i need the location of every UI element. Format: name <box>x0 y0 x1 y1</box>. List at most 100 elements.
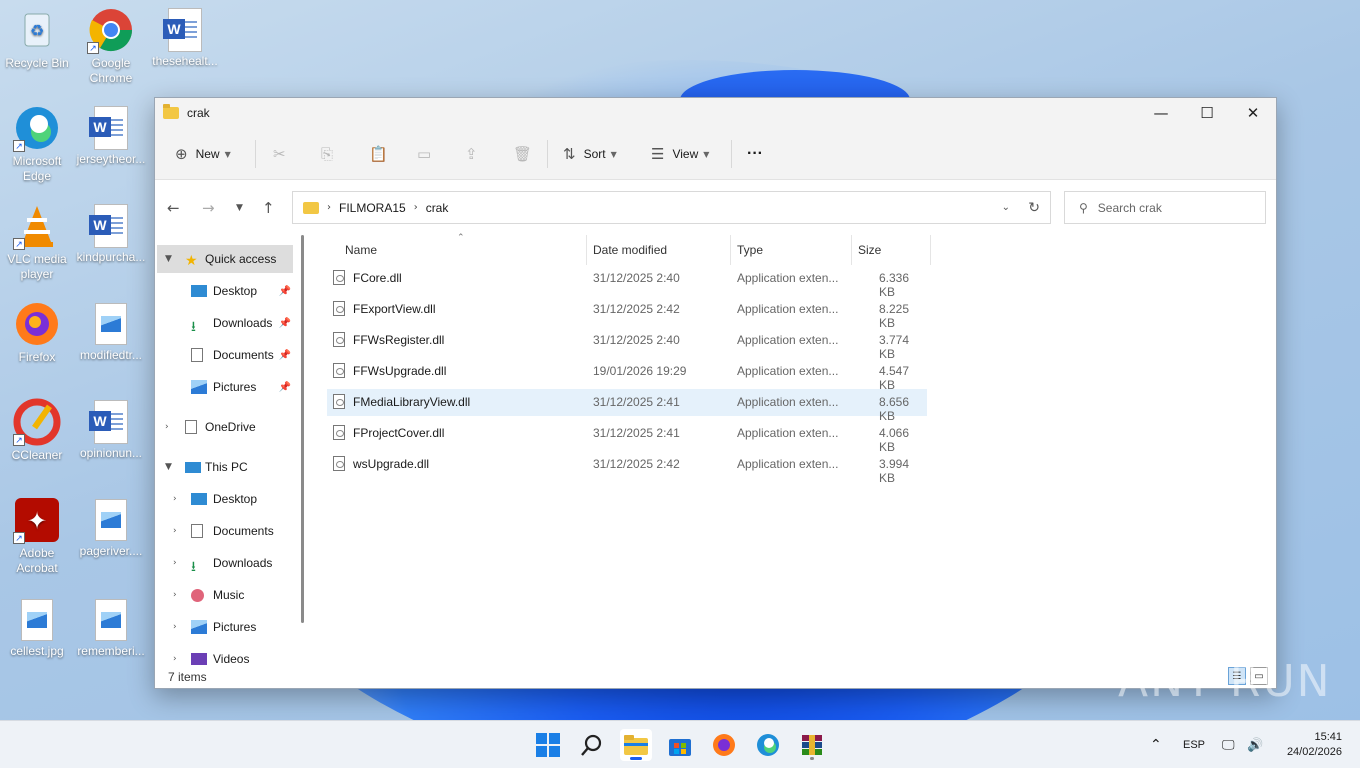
desktop-icon-firefox[interactable]: Firefox <box>0 300 74 365</box>
file-row[interactable]: FProjectCover.dll 31/12/2025 2:41 Applic… <box>327 420 927 454</box>
nav-item-pc-videos[interactable]: › Videos <box>157 645 293 670</box>
breadcrumb-filmora15[interactable]: FILMORA15 <box>339 201 406 215</box>
share-icon[interactable]: ⇪ <box>465 128 478 180</box>
nav-item-pc-pictures[interactable]: › Pictures <box>157 613 293 641</box>
file-name: FExportView.dll <box>353 302 436 316</box>
column-header-size[interactable]: Size <box>858 235 881 265</box>
nav-item-pc-documents[interactable]: › Documents <box>157 517 293 545</box>
collapsed-chevron-icon: › <box>173 558 177 568</box>
minimize-button[interactable]: — <box>1138 98 1184 128</box>
computer-icon <box>185 461 201 473</box>
file-date: 31/12/2025 2:42 <box>593 302 680 316</box>
desktop-icon-label: jerseytheor... <box>76 152 146 166</box>
file-type: Application exten... <box>737 271 839 285</box>
new-label: New <box>195 147 220 161</box>
copy-icon[interactable]: ⎘ <box>321 128 333 180</box>
back-arrow-icon[interactable]: ← <box>167 181 180 235</box>
file-row[interactable]: FExportView.dll 31/12/2025 2:42 Applicat… <box>327 296 927 330</box>
file-date: 31/12/2025 2:41 <box>593 426 680 440</box>
view-button[interactable]: ☰ View ▼ <box>651 128 709 180</box>
nav-item-documents[interactable]: Documents 📌 <box>157 341 293 369</box>
nav-item-downloads[interactable]: ⭳ Downloads 📌 <box>157 309 293 337</box>
desktop-icon-label: Google Chrome <box>89 56 133 85</box>
shortcut-arrow-icon: ↗ <box>13 532 25 544</box>
search-box[interactable]: ⚲ Search crak <box>1064 191 1266 224</box>
network-icon[interactable]: 🖵 <box>1222 721 1235 768</box>
up-arrow-icon[interactable]: ↑ <box>262 181 275 235</box>
nav-item-quick-access[interactable]: ▼ ★ Quick access <box>157 245 293 273</box>
firefox-taskbar-button[interactable] <box>708 729 740 761</box>
forward-arrow-icon[interactable]: → <box>202 181 215 235</box>
pin-icon: 📌 <box>278 381 291 393</box>
nav-item-pc-desktop[interactable]: › Desktop <box>157 485 293 513</box>
nav-scrollbar[interactable] <box>301 235 304 623</box>
collapsed-chevron-icon: › <box>173 494 177 504</box>
winrar-taskbar-button[interactable] <box>796 729 828 761</box>
desktop-icon-kindpurcha[interactable]: W kindpurcha... <box>74 202 148 265</box>
sort-button[interactable]: ⇅ Sort ▼ <box>563 128 617 180</box>
nav-item-pictures[interactable]: Pictures 📌 <box>157 373 293 401</box>
desktop-icon-rememberi[interactable]: rememberi... <box>74 596 148 659</box>
new-button[interactable]: ⊕ New ▼ <box>175 128 231 180</box>
desktop-icon-modifiedtr[interactable]: modifiedtr... <box>74 300 148 363</box>
edge-icon <box>757 734 779 756</box>
column-header-date[interactable]: Date modified <box>593 235 667 265</box>
nav-label: Documents <box>213 524 274 538</box>
desktop-icon-thesehealt[interactable]: W thesehealt... <box>148 6 222 69</box>
maximize-button[interactable]: ☐ <box>1184 98 1230 128</box>
search-taskbar-button[interactable] <box>576 729 608 761</box>
close-button[interactable]: ✕ <box>1230 98 1276 128</box>
desktop-icon-chrome[interactable]: ↗ Google Chrome <box>74 6 148 86</box>
file-row[interactable]: FFWsUpgrade.dll 19/01/2026 19:29 Applica… <box>327 358 927 392</box>
title-bar[interactable]: crak — ☐ ✕ <box>155 98 1276 128</box>
breadcrumb-crak[interactable]: crak <box>426 201 449 215</box>
file-row[interactable]: wsUpgrade.dll 31/12/2025 2:42 Applicatio… <box>327 451 927 485</box>
delete-icon[interactable]: 🗑 <box>513 128 532 180</box>
speaker-icon[interactable]: 🔊 <box>1247 721 1263 768</box>
search-placeholder: Search crak <box>1097 200 1162 215</box>
desktop-icon-cellest[interactable]: cellest.jpg <box>0 596 74 659</box>
nav-label: Downloads <box>213 316 273 330</box>
nav-item-desktop[interactable]: Desktop 📌 <box>157 277 293 305</box>
edge-taskbar-button[interactable] <box>752 729 784 761</box>
file-name: wsUpgrade.dll <box>353 457 430 471</box>
file-row[interactable]: FCore.dll 31/12/2025 2:40 Application ex… <box>327 265 927 299</box>
show-hidden-icons-chevron-icon[interactable]: ⌃ <box>1150 721 1162 768</box>
rename-icon[interactable]: ▭ <box>417 128 431 180</box>
start-button[interactable] <box>532 729 564 761</box>
image-file-icon <box>21 599 53 641</box>
address-bar[interactable]: › FILMORA15 › crak ⌄ ↻ <box>292 191 1051 224</box>
cut-icon[interactable]: ✂ <box>273 128 286 180</box>
file-row[interactable]: FFWsRegister.dll 31/12/2025 2:40 Applica… <box>327 327 927 361</box>
file-name: FProjectCover.dll <box>353 426 445 440</box>
clock[interactable]: 15:41 24/02/2026 <box>1287 730 1342 760</box>
column-header-type[interactable]: Type <box>737 235 763 265</box>
desktop-icon-recycle-bin[interactable]: ♻ Recycle Bin <box>0 6 74 71</box>
desktop-icon-opinionun[interactable]: W opinionun... <box>74 398 148 461</box>
address-dropdown-chevron-icon[interactable]: ⌄ <box>1002 202 1010 213</box>
nav-item-this-pc[interactable]: ▼ This PC <box>157 453 293 481</box>
store-taskbar-button[interactable] <box>664 729 696 761</box>
desktop-icon-jerseytheor[interactable]: W jerseytheor... <box>74 104 148 167</box>
paste-icon[interactable]: 📋 <box>369 128 388 180</box>
pictures-icon <box>191 620 207 634</box>
file-row-hovered[interactable]: FMediaLibraryView.dll 31/12/2025 2:41 Ap… <box>327 389 927 423</box>
command-bar: ⊕ New ▼ ✂ ⎘ 📋 ▭ ⇪ 🗑 ⇅ Sort ▼ ☰ View ▼ ··… <box>155 128 1276 180</box>
nav-item-onedrive[interactable]: › OneDrive <box>157 413 293 441</box>
desktop-icon-pageriver[interactable]: pageriver.... <box>74 496 148 559</box>
toolbar-separator <box>547 140 548 168</box>
address-row: ← → ▼ ↑ › FILMORA15 › crak ⌄ ↻ ⚲ Search … <box>155 181 1276 235</box>
recent-locations-chevron-icon[interactable]: ▼ <box>236 181 243 235</box>
desktop-icon-edge[interactable]: ↗ Microsoft Edge <box>0 104 74 184</box>
language-indicator[interactable]: ESP <box>1183 721 1205 768</box>
nav-item-pc-music[interactable]: › Music <box>157 581 293 609</box>
desktop-icon-acrobat[interactable]: ✦ ↗ Adobe Acrobat <box>0 496 74 576</box>
nav-item-pc-downloads[interactable]: › ⭳ Downloads <box>157 549 293 577</box>
more-options-button[interactable]: ··· <box>747 128 763 180</box>
svg-text:♻: ♻ <box>30 23 44 40</box>
desktop-icon-vlc[interactable]: ↗ VLC media player <box>0 202 74 282</box>
column-header-name[interactable]: Name <box>345 235 377 265</box>
desktop-icon-ccleaner[interactable]: ↗ CCleaner <box>0 398 74 463</box>
refresh-icon[interactable]: ↻ <box>1028 200 1040 216</box>
file-explorer-taskbar-button[interactable] <box>620 729 652 761</box>
